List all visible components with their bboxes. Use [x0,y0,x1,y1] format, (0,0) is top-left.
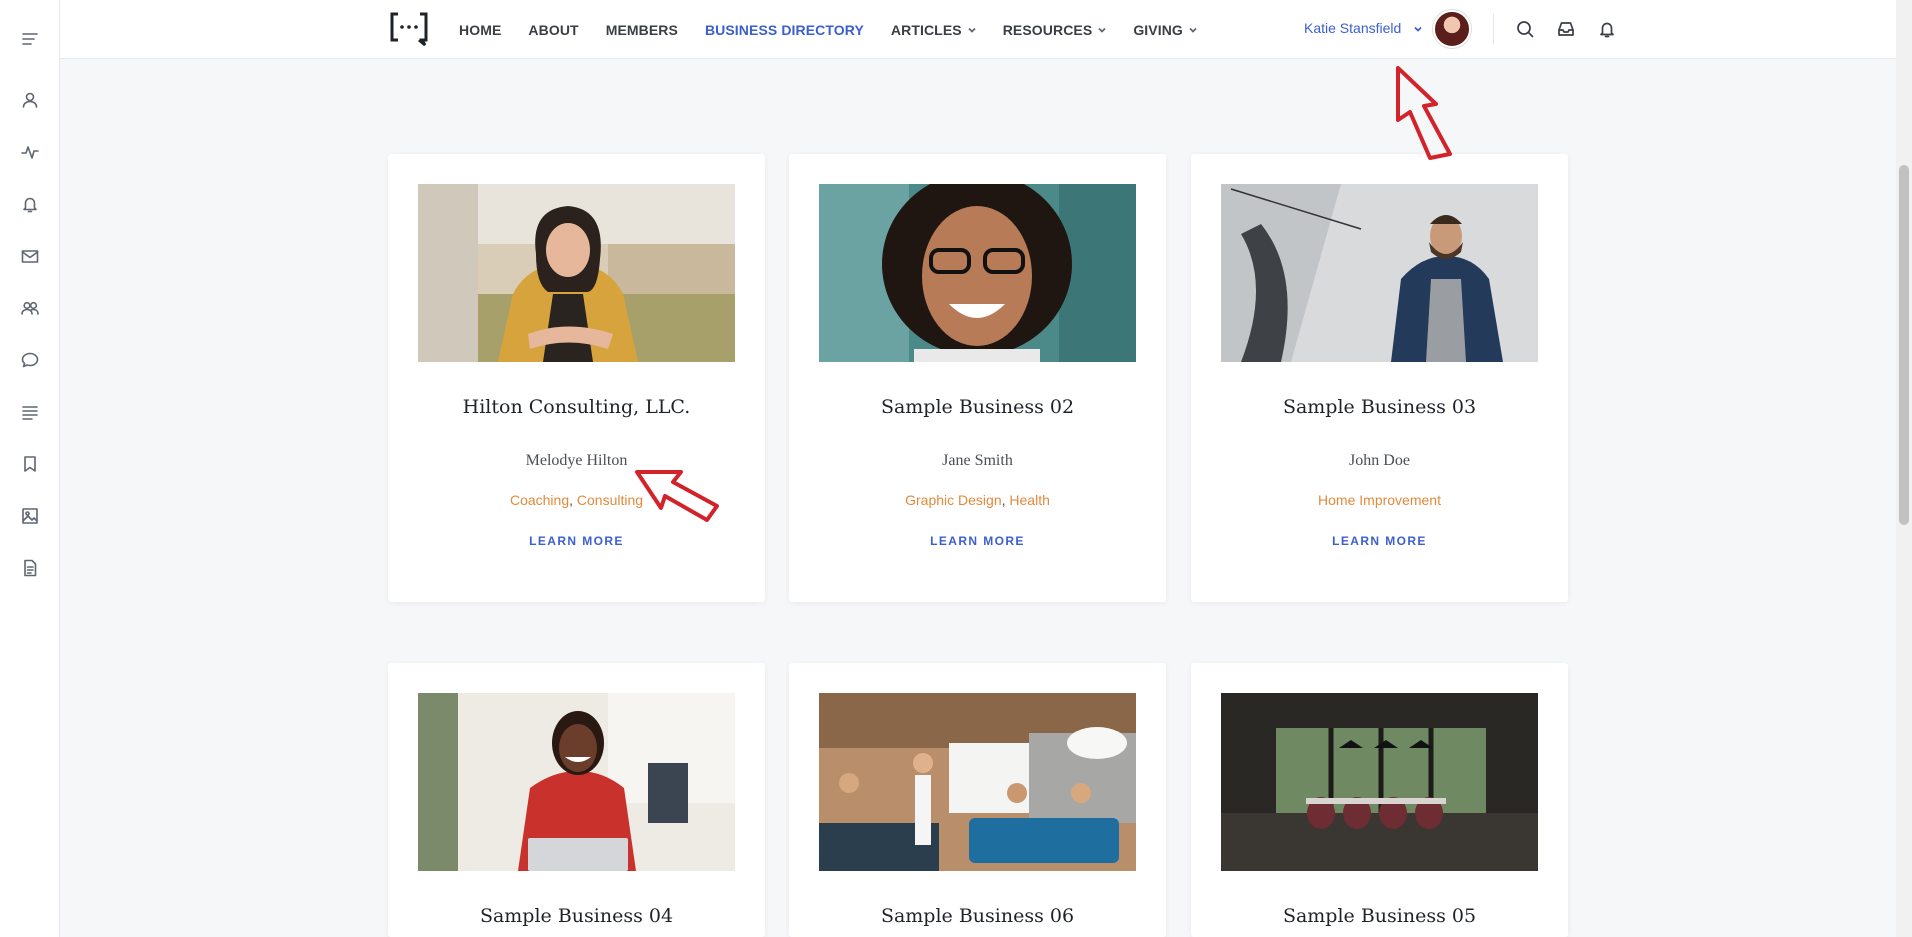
business-photo[interactable] [819,693,1136,871]
learn-more-link[interactable]: LEARN MORE [789,534,1166,548]
left-sidebar [0,0,60,937]
business-title[interactable]: Sample Business 02 [789,396,1166,418]
annotation-arrow-icon [1396,66,1452,160]
category-link[interactable]: Consulting [577,492,643,508]
avatar[interactable] [1433,10,1471,48]
category-link[interactable]: Graphic Design [905,492,1002,508]
business-card: Sample Business 04 [388,663,765,937]
scrollbar-thumb[interactable] [1899,165,1909,525]
business-card: Hilton Consulting, LLC. Melodye Hilton C… [388,154,765,602]
image-icon[interactable] [14,500,46,532]
search-icon[interactable] [1513,17,1537,41]
nav-about-label: ABOUT [528,21,579,38]
inbox-icon[interactable] [1554,17,1578,41]
nav-home-label: HOME [459,21,502,38]
nav-business-directory[interactable]: BUSINESS DIRECTORY [705,22,864,38]
nav-resources[interactable]: RESOURCES [1003,22,1107,38]
nav-giving[interactable]: GIVING [1133,22,1197,38]
page-scrollbar[interactable] [1896,0,1912,937]
bell-icon[interactable] [1595,17,1619,41]
nav-articles[interactable]: ARTICLES [891,22,976,38]
activity-icon[interactable] [14,136,46,168]
category-link[interactable]: Health [1009,492,1049,508]
business-title[interactable]: Hilton Consulting, LLC. [388,396,765,418]
business-title[interactable]: Sample Business 04 [388,905,765,927]
business-categories: Coaching, Consulting [509,492,644,508]
business-card: Sample Business 03 John Doe Home Improve… [1191,154,1568,602]
business-title[interactable]: Sample Business 06 [789,905,1166,927]
chevron-down-icon [1189,26,1197,34]
business-owner: Jane Smith [942,452,1013,469]
business-photo[interactable] [1221,693,1538,871]
nav-business-directory-label: BUSINESS DIRECTORY [704,21,864,38]
menu-icon[interactable] [14,23,46,55]
learn-more-link[interactable]: LEARN MORE [388,534,765,548]
business-categories: Graphic Design, Health [905,492,1050,508]
chevron-down-icon[interactable] [1414,25,1422,33]
chat-icon[interactable] [14,344,46,376]
nav-members-label: MEMBERS [605,21,678,38]
business-photo[interactable] [819,184,1136,362]
users-icon[interactable] [14,292,46,324]
business-photo[interactable] [1221,184,1538,362]
business-card: Sample Business 06 [789,663,1166,937]
business-photo[interactable] [418,693,735,871]
bookmark-icon[interactable] [14,448,46,480]
business-categories: Home Improvement [1191,492,1568,508]
nav-about[interactable]: ABOUT [528,22,578,38]
site-logo[interactable] [389,10,429,47]
user-menu-name[interactable]: Katie Stansfield [1304,20,1401,36]
user-icon[interactable] [14,84,46,116]
chevron-down-icon [1098,26,1106,34]
nav-giving-label: GIVING [1133,21,1183,38]
nav-resources-label: RESOURCES [1002,21,1093,38]
business-owner: Melodye Hilton [525,452,628,469]
nav-home[interactable]: HOME [459,22,501,38]
nav-articles-label: ARTICLES [890,21,962,38]
main-nav: HOME ABOUT MEMBERS BUSINESS DIRECTORY AR… [459,0,1224,59]
category-link[interactable]: Home Improvement [1318,492,1441,508]
business-photo[interactable] [418,184,735,362]
nav-members[interactable]: MEMBERS [606,22,678,38]
top-header: HOME ABOUT MEMBERS BUSINESS DIRECTORY AR… [60,0,1896,59]
business-owner: John Doe [1349,452,1410,469]
category-link[interactable]: Coaching [510,492,569,508]
mail-icon[interactable] [14,240,46,272]
document-icon[interactable] [14,552,46,584]
list-icon[interactable] [14,396,46,428]
business-title[interactable]: Sample Business 03 [1191,396,1568,418]
chevron-down-icon [968,26,976,34]
learn-more-link[interactable]: LEARN MORE [1191,534,1568,548]
header-divider [1493,14,1494,44]
bell-icon[interactable] [14,188,46,220]
business-title[interactable]: Sample Business 05 [1191,905,1568,927]
business-card: Sample Business 02 Jane Smith Graphic De… [789,154,1166,602]
business-card: Sample Business 05 [1191,663,1568,937]
